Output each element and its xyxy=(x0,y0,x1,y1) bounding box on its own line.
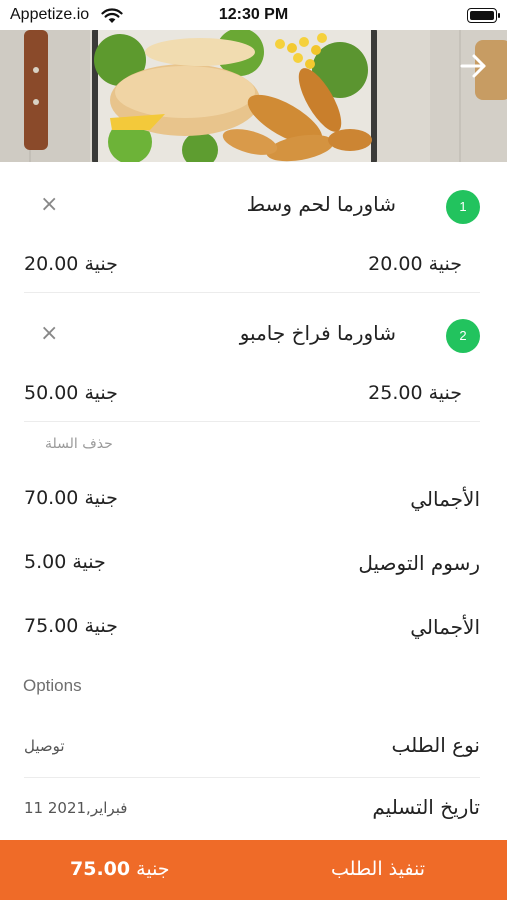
place-order-label: تنفيذ الطلب xyxy=(331,858,425,880)
delivery-date-value[interactable]: 11 فبراير,2021 xyxy=(24,799,127,817)
total-row: الأجمالي 75.00 جنية xyxy=(24,615,480,647)
total-value: 75.00 جنية xyxy=(24,615,118,637)
clock: 12:30 PM xyxy=(218,6,289,23)
close-icon[interactable]: × xyxy=(40,321,58,347)
options-section-title: Options xyxy=(23,676,82,695)
subtotal-value: 70.00 جنية xyxy=(24,487,118,509)
divider xyxy=(24,421,480,422)
subtotal-label: الأجمالي xyxy=(410,487,480,511)
clear-cart-button[interactable]: حذف السلة xyxy=(45,436,113,452)
divider xyxy=(24,292,480,293)
order-type-row[interactable]: نوع الطلب توصيل xyxy=(24,733,480,765)
checkout-currency: جنية xyxy=(136,858,170,880)
order-type-value[interactable]: توصيل xyxy=(24,737,65,755)
item-price-row: 20.00 جنية 20.00 جنية xyxy=(24,253,480,283)
divider xyxy=(24,777,480,778)
checkout-total: 75.00 جنية xyxy=(70,858,170,880)
delivery-date-label: تاريخ التسليم xyxy=(372,795,480,819)
item-index-badge: 1 xyxy=(446,190,480,224)
cart-item: 2 شاورما فراخ جامبو × xyxy=(24,315,480,355)
item-line-total: 20.00 جنية xyxy=(24,253,118,275)
delivery-fee-label: رسوم التوصيل xyxy=(358,551,480,575)
item-name: شاورما لحم وسط xyxy=(246,192,396,216)
item-unit-price: 20.00 جنية xyxy=(368,253,462,275)
total-label: الأجمالي xyxy=(410,615,480,639)
delivery-date-row[interactable]: تاريخ التسليم 11 فبراير,2021 xyxy=(24,795,480,827)
back-arrow-icon[interactable] xyxy=(457,50,489,82)
delivery-fee-value: 5.00 جنية xyxy=(24,551,106,573)
item-name: شاورما فراخ جامبو xyxy=(239,321,396,345)
order-type-label: نوع الطلب xyxy=(391,733,480,757)
delivery-fee-row: رسوم التوصيل 5.00 جنية xyxy=(24,551,480,583)
item-line-total: 50.00 جنية xyxy=(24,382,118,404)
place-order-button[interactable]: تنفيذ الطلب 75.00 جنية xyxy=(0,840,507,900)
item-index-badge: 2 xyxy=(446,319,480,353)
item-price-row: 25.00 جنية 50.00 جنية xyxy=(24,382,480,412)
subtotal-row: الأجمالي 70.00 جنية xyxy=(24,487,480,519)
status-bar: Appetize.io 12:30 PM xyxy=(0,0,507,30)
restaurant-hero-image xyxy=(0,30,507,162)
cart-item: 1 شاورما لحم وسط × xyxy=(24,186,480,226)
item-unit-price: 25.00 جنية xyxy=(368,382,462,404)
close-icon[interactable]: × xyxy=(40,192,58,218)
checkout-amount: 75.00 xyxy=(70,858,131,880)
battery-icon xyxy=(467,8,500,23)
